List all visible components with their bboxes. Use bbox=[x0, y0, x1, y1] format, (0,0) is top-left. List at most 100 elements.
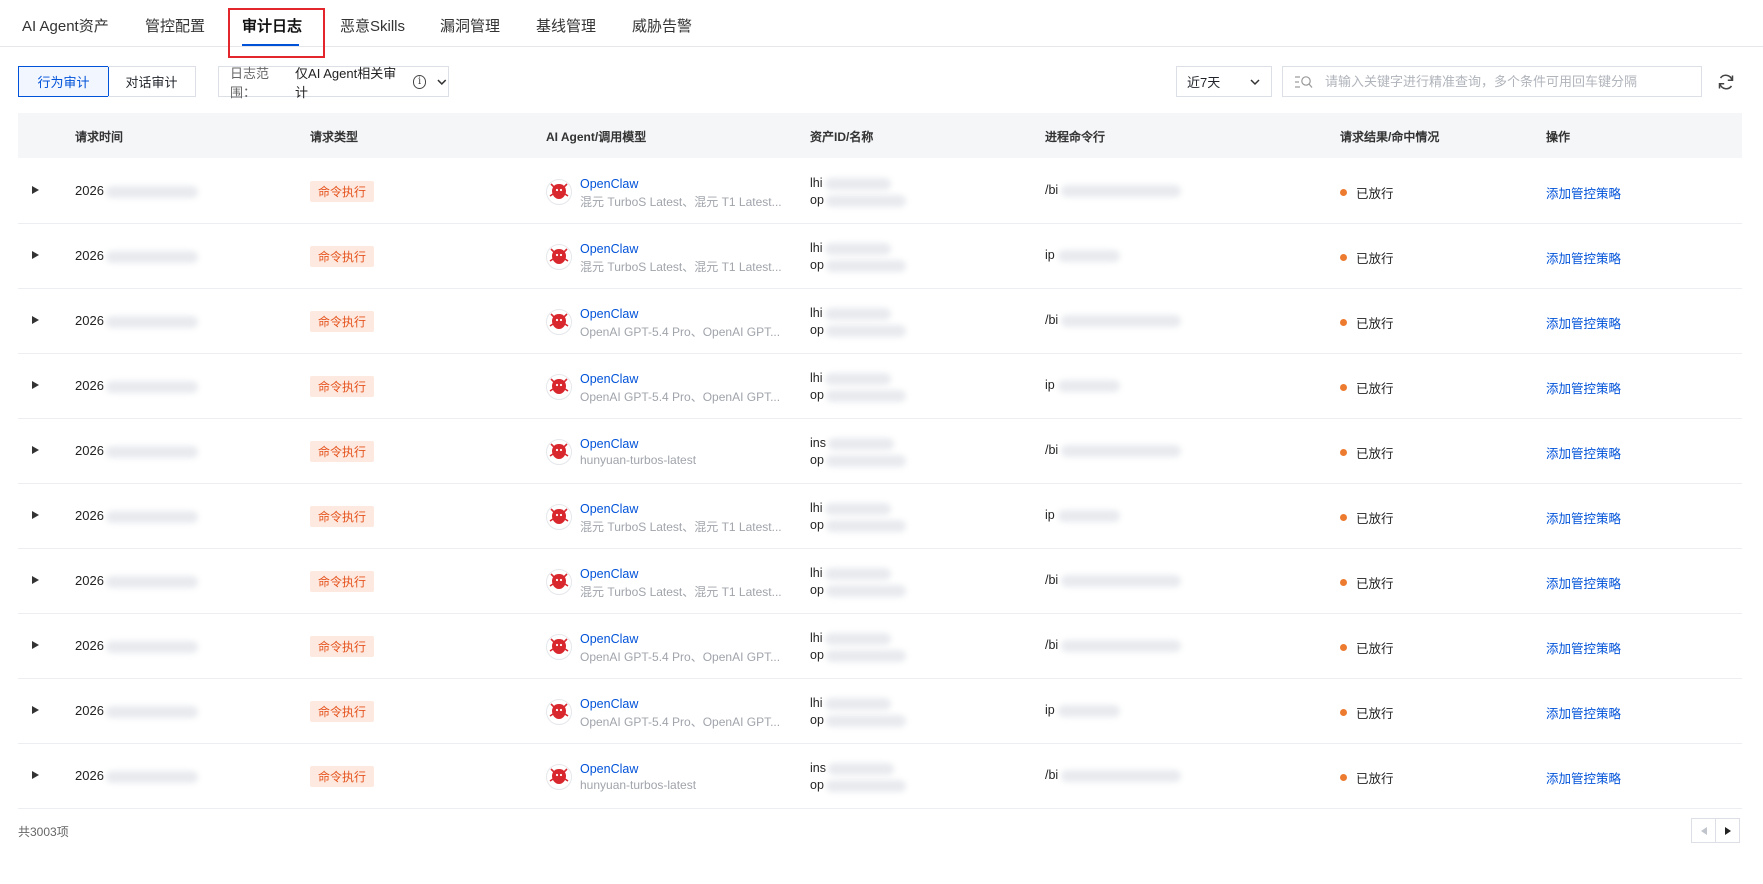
expand-icon[interactable] bbox=[32, 576, 39, 584]
search-input[interactable] bbox=[1325, 74, 1685, 89]
status-dot bbox=[1340, 514, 1347, 521]
add-control-policy-link[interactable]: 添加管控策略 bbox=[1546, 443, 1621, 462]
segment-behavior-audit[interactable]: 行为审计 bbox=[18, 66, 109, 97]
search-icon bbox=[1295, 75, 1313, 88]
status-dot bbox=[1340, 384, 1347, 391]
next-page-icon bbox=[1724, 826, 1731, 835]
agent-name-link[interactable]: OpenClaw bbox=[580, 762, 638, 776]
openclaw-logo-icon bbox=[546, 699, 572, 725]
request-type-badge: 命令执行 bbox=[310, 311, 375, 332]
tab-baseline-mgmt[interactable]: 基线管理 bbox=[536, 17, 596, 37]
info-icon[interactable]: i bbox=[412, 74, 427, 89]
request-time: 2026 bbox=[75, 183, 198, 198]
add-control-policy-link[interactable]: 添加管控策略 bbox=[1546, 378, 1621, 397]
expand-icon[interactable] bbox=[32, 641, 39, 649]
search-box[interactable] bbox=[1282, 66, 1702, 97]
log-scope-select[interactable]: 日志范围： 仅AI Agent相关审计 i bbox=[218, 66, 449, 100]
refresh-icon[interactable] bbox=[1716, 72, 1736, 92]
asset-name: op bbox=[810, 583, 906, 597]
col-process-cmdline[interactable]: 进程命令行 bbox=[1045, 128, 1105, 145]
add-control-policy-link[interactable]: 添加管控策略 bbox=[1546, 573, 1621, 592]
tab-vulnerability-mgmt[interactable]: 漏洞管理 bbox=[440, 17, 500, 37]
tab-malicious-skills[interactable]: 恶意Skills bbox=[340, 17, 405, 37]
chevron-down-icon bbox=[1250, 79, 1260, 86]
agent-name-link[interactable]: OpenClaw bbox=[580, 632, 638, 646]
expand-icon[interactable] bbox=[32, 771, 39, 779]
time-period-value: 近7天 bbox=[1187, 75, 1221, 90]
add-control-policy-link[interactable]: 添加管控策略 bbox=[1546, 183, 1621, 202]
add-control-policy-link[interactable]: 添加管控策略 bbox=[1546, 313, 1621, 332]
prev-page-button[interactable] bbox=[1691, 818, 1716, 843]
tab-control-config[interactable]: 管控配置 bbox=[145, 17, 205, 37]
agent-name-link[interactable]: OpenClaw bbox=[580, 307, 638, 321]
request-result: 已放行 bbox=[1356, 317, 1394, 331]
asset-id: ins bbox=[810, 436, 894, 450]
agent-name-link[interactable]: OpenClaw bbox=[580, 567, 638, 581]
expand-icon[interactable] bbox=[32, 706, 39, 714]
log-scope-value: 仅AI Agent相关审计 bbox=[295, 65, 397, 100]
request-time: 2026 bbox=[75, 573, 198, 588]
request-time: 2026 bbox=[75, 703, 198, 718]
asset-id: lhi bbox=[810, 501, 891, 515]
expand-icon[interactable] bbox=[32, 446, 39, 454]
openclaw-logo-icon bbox=[546, 764, 572, 790]
expand-icon[interactable] bbox=[32, 316, 39, 324]
col-agent-model[interactable]: AI Agent/调用模型 bbox=[546, 128, 646, 145]
expand-icon[interactable] bbox=[32, 186, 39, 194]
process-cmdline: /bi bbox=[1045, 768, 1182, 782]
agent-name-link[interactable]: OpenClaw bbox=[580, 372, 638, 386]
table-header: 请求时间 请求类型 AI Agent/调用模型 资产ID/名称 进程命令行 请求… bbox=[18, 113, 1742, 158]
request-type-badge: 命令执行 bbox=[310, 571, 375, 592]
request-type-badge: 命令执行 bbox=[310, 181, 375, 202]
agent-name-link[interactable]: OpenClaw bbox=[580, 502, 638, 516]
request-result: 已放行 bbox=[1356, 577, 1394, 591]
request-result: 已放行 bbox=[1356, 772, 1394, 786]
status-dot bbox=[1340, 319, 1347, 326]
agent-name-link[interactable]: OpenClaw bbox=[580, 697, 638, 711]
expand-icon[interactable] bbox=[32, 381, 39, 389]
table-row: 2026 命令执行 OpenClaw 混元 TurboS Latest、混元 T1 L… bbox=[18, 484, 1742, 549]
agent-name-link[interactable]: OpenClaw bbox=[580, 437, 638, 451]
prev-page-icon bbox=[1700, 826, 1707, 835]
process-cmdline: /bi bbox=[1045, 443, 1182, 457]
tab-ai-agent-assets[interactable]: AI Agent资产 bbox=[22, 17, 109, 37]
col-result[interactable]: 请求结果/命中情况 bbox=[1340, 128, 1439, 145]
agent-model: OpenAI GPT-5.4 Pro、OpenAI GPT... bbox=[580, 390, 781, 404]
table-row: 2026 命令执行 OpenClaw hunyuan-turbos-latest ins… bbox=[18, 744, 1742, 809]
add-control-policy-link[interactable]: 添加管控策略 bbox=[1546, 248, 1621, 267]
agent-name-link[interactable]: OpenClaw bbox=[580, 242, 638, 256]
process-cmdline: /bi bbox=[1045, 313, 1182, 327]
openclaw-logo-icon bbox=[546, 374, 572, 400]
col-request-time[interactable]: 请求时间 bbox=[75, 128, 123, 145]
status-dot bbox=[1340, 579, 1347, 586]
add-control-policy-link[interactable]: 添加管控策略 bbox=[1546, 638, 1621, 657]
agent-model: 混元 TurboS Latest、混元 T1 Latest... bbox=[580, 520, 782, 534]
add-control-policy-link[interactable]: 添加管控策略 bbox=[1546, 508, 1621, 527]
add-control-policy-link[interactable]: 添加管控策略 bbox=[1546, 703, 1621, 722]
request-result: 已放行 bbox=[1356, 642, 1394, 656]
tab-threat-alerts[interactable]: 威胁告警 bbox=[632, 17, 692, 37]
chevron-down-icon bbox=[437, 79, 447, 85]
table-row: 2026 命令执行 OpenClaw hunyuan-turbos-latest ins… bbox=[18, 419, 1742, 484]
segment-conversation-audit[interactable]: 对话审计 bbox=[108, 66, 196, 97]
request-time: 2026 bbox=[75, 508, 198, 523]
col-actions: 操作 bbox=[1546, 130, 1571, 144]
col-request-type[interactable]: 请求类型 bbox=[310, 128, 358, 145]
request-result: 已放行 bbox=[1356, 512, 1394, 526]
add-control-policy-link[interactable]: 添加管控策略 bbox=[1546, 768, 1621, 787]
status-dot bbox=[1340, 644, 1347, 651]
next-page-button[interactable] bbox=[1715, 818, 1740, 843]
expand-icon[interactable] bbox=[32, 251, 39, 259]
agent-name-link[interactable]: OpenClaw bbox=[580, 177, 638, 191]
openclaw-logo-icon bbox=[546, 439, 572, 465]
status-dot bbox=[1340, 254, 1347, 261]
openclaw-logo-icon bbox=[546, 244, 572, 270]
request-type-badge: 命令执行 bbox=[310, 506, 375, 527]
process-cmdline: /bi bbox=[1045, 573, 1182, 587]
expand-icon[interactable] bbox=[32, 511, 39, 519]
table-row: 2026 命令执行 OpenClaw OpenAI GPT-5.4 Pro、OpenA… bbox=[18, 614, 1742, 679]
asset-id: lhi bbox=[810, 631, 891, 645]
col-asset[interactable]: 资产ID/名称 bbox=[810, 128, 873, 145]
time-period-select[interactable]: 近7天 bbox=[1176, 66, 1272, 97]
asset-id: lhi bbox=[810, 566, 891, 580]
